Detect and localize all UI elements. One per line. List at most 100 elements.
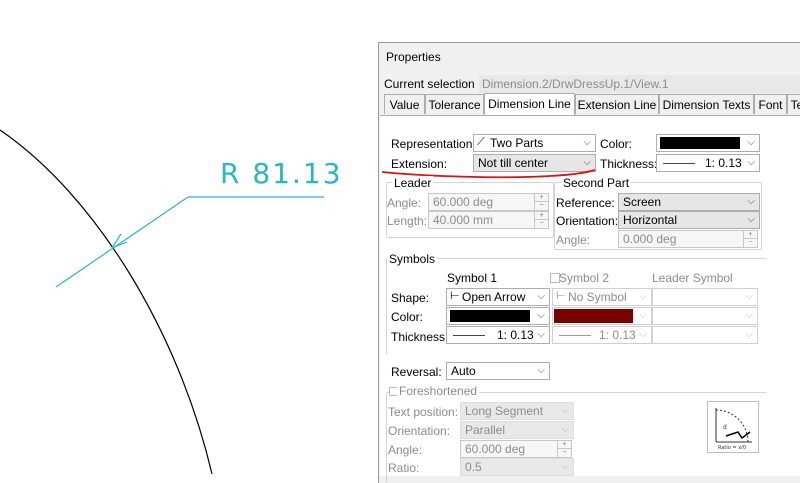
leader-angle-label: Angle: <box>387 196 422 210</box>
fs-angle-spinner[interactable]: 60.000 deg + − <box>460 440 572 458</box>
chevron-down-icon: ⌵ <box>745 329 753 340</box>
fs-orientation-value: Parallel <box>465 423 506 437</box>
reversal-value: Auto <box>451 364 476 378</box>
chevron-down-icon: ⌵ <box>537 291 545 302</box>
tab-te[interactable]: Te <box>787 94 800 114</box>
symbol1-header: Symbol 1 <box>447 271 498 285</box>
open-arrow-icon: ⊢ <box>450 290 460 302</box>
tab-dimension-texts[interactable]: Dimension Texts <box>659 94 754 114</box>
foreshortened-preview: d Ratio = x/0 <box>707 401 759 453</box>
symbol1-color-combo[interactable]: ⌵ <box>446 307 550 325</box>
chevron-down-icon: ⌵ <box>639 329 647 340</box>
ratio-combo[interactable]: 0.5 ⌵ <box>460 458 574 476</box>
tab-value[interactable]: Value <box>384 94 425 114</box>
foreshortened-diagram-icon: d Ratio = x/0 <box>715 408 752 451</box>
chevron-down-icon: ⌵ <box>747 214 755 225</box>
fs-angle-label: Angle: <box>388 443 423 457</box>
leader-shape-combo[interactable]: ⌵ <box>652 288 758 306</box>
orientation-label: Orientation: <box>556 214 619 228</box>
thickness-value: 1: 0.13 <box>705 156 742 170</box>
chevron-down-icon: ⌵ <box>745 291 753 302</box>
text-position-combo[interactable]: Long Segment ⌵ <box>460 402 574 420</box>
second-angle-spinner[interactable]: 0.000 deg + − <box>618 230 758 248</box>
chevron-down-icon: ⌵ <box>537 329 545 340</box>
representation-value: Two Parts <box>490 136 544 150</box>
representation-combo[interactable]: ⟋ Two Parts ⌵ <box>473 134 596 152</box>
shape2-value: No Symbol <box>568 290 627 304</box>
svg-text:d: d <box>723 424 727 431</box>
chevron-down-icon: ⌵ <box>537 365 545 376</box>
no-symbol-icon: ⊢ <box>556 290 566 302</box>
symbol1-thickness-value: 1: 0.13 <box>497 328 534 342</box>
leader-symbol-header: Leader Symbol <box>652 271 733 285</box>
tab-font[interactable]: Font <box>754 94 787 114</box>
chevron-down-icon: ⌵ <box>583 137 591 148</box>
panel-title: Properties <box>386 50 441 64</box>
foreshortened-title: Foreshortened <box>397 384 480 398</box>
leader-length-spinner[interactable]: 40.000 mm + − <box>428 211 549 229</box>
reference-combo[interactable]: Screen ⌵ <box>618 193 760 211</box>
text-position-label: Text position: <box>388 405 459 419</box>
fs-orientation-combo[interactable]: Parallel ⌵ <box>460 421 574 439</box>
second-angle-value: 0.000 deg <box>623 232 677 246</box>
thickness-combo[interactable]: 1: 0.13 ⌵ <box>656 154 760 172</box>
dimension-text[interactable]: R 81.13 <box>220 157 343 190</box>
tab-extension-line[interactable]: Extension Line <box>575 94 659 114</box>
leader-angle-spinner[interactable]: 60.000 deg + − <box>428 193 549 211</box>
shape1-value: Open Arrow <box>462 290 526 304</box>
current-selection-field: Dimension.2/DrwDressUp.1/View.1 <box>479 75 800 93</box>
shape-label: Shape: <box>391 291 430 305</box>
representation-label: Representation: <box>391 137 476 151</box>
spinner-buttons[interactable]: + − <box>743 231 757 247</box>
color-combo[interactable]: ⌵ <box>656 134 760 152</box>
symbol2-thickness-combo[interactable]: 1: 0.13 ⌵ <box>552 326 652 344</box>
symbol1-thickness-combo[interactable]: 1: 0.13 ⌵ <box>446 326 550 344</box>
chevron-down-icon: ⌵ <box>639 310 647 321</box>
leader-title: Leader <box>392 176 434 190</box>
symbol-color-label: Color: <box>391 310 424 324</box>
tab-dimension-line[interactable]: Dimension Line <box>484 93 575 116</box>
spinner-buttons[interactable]: + − <box>534 212 548 228</box>
orientation-combo[interactable]: Horizontal ⌵ <box>618 211 760 229</box>
reference-label: Reference: <box>556 196 615 210</box>
symbol2-thickness-value: 1: 0.13 <box>599 328 636 342</box>
text-position-value: Long Segment <box>465 404 544 418</box>
chevron-down-icon: ⌵ <box>561 461 569 472</box>
shape2-combo[interactable]: ⊢ No Symbol ⌵ <box>552 288 652 306</box>
leader-color-combo[interactable]: ⌵ <box>652 307 758 325</box>
reversal-combo[interactable]: Auto ⌵ <box>446 362 550 380</box>
ratio-label: Ratio: <box>388 461 420 475</box>
arrow-head <box>111 233 128 249</box>
two-parts-icon: ⟋ <box>477 136 485 148</box>
symbol1-color-swatch <box>450 310 530 322</box>
tab-tolerance[interactable]: Tolerance <box>425 94 484 114</box>
chevron-down-icon: ⌵ <box>747 196 755 207</box>
symbol2-color-combo[interactable]: ⌵ <box>552 307 652 325</box>
symbols-title: Symbols <box>387 252 438 266</box>
arc-curve[interactable] <box>0 129 213 474</box>
spinner-buttons[interactable]: + − <box>534 194 548 210</box>
current-selection-label: Current selection : <box>384 77 482 91</box>
chevron-down-icon: ⌵ <box>561 424 569 435</box>
chevron-down-icon: ⌵ <box>745 310 753 321</box>
ratio-value: 0.5 <box>465 460 482 474</box>
svg-text:Ratio = x/0: Ratio = x/0 <box>718 445 746 451</box>
reference-value: Screen <box>623 195 662 209</box>
chevron-down-icon: ⌵ <box>747 157 755 168</box>
spinner-buttons[interactable]: + − <box>557 441 571 457</box>
second-angle-label: Angle: <box>556 233 591 247</box>
dimension-leader-line[interactable] <box>55 196 189 288</box>
line-sample <box>559 335 591 336</box>
line-sample <box>453 335 485 336</box>
current-selection-value: Dimension.2/DrwDressUp.1/View.1 <box>482 77 669 91</box>
fs-orientation-label: Orientation: <box>388 424 451 438</box>
leader-thickness-combo[interactable]: ⌵ <box>652 326 758 344</box>
chevron-down-icon: ⌵ <box>747 137 755 148</box>
leader-length-value: 40.000 mm <box>433 213 494 227</box>
orientation-value: Horizontal <box>623 213 678 227</box>
color-swatch <box>660 137 740 149</box>
chevron-down-icon: ⌵ <box>639 291 647 302</box>
symbol2-color-swatch <box>554 309 633 323</box>
reversal-label: Reversal: <box>391 365 442 379</box>
shape1-combo[interactable]: ⊢ Open Arrow ⌵ <box>446 288 550 306</box>
